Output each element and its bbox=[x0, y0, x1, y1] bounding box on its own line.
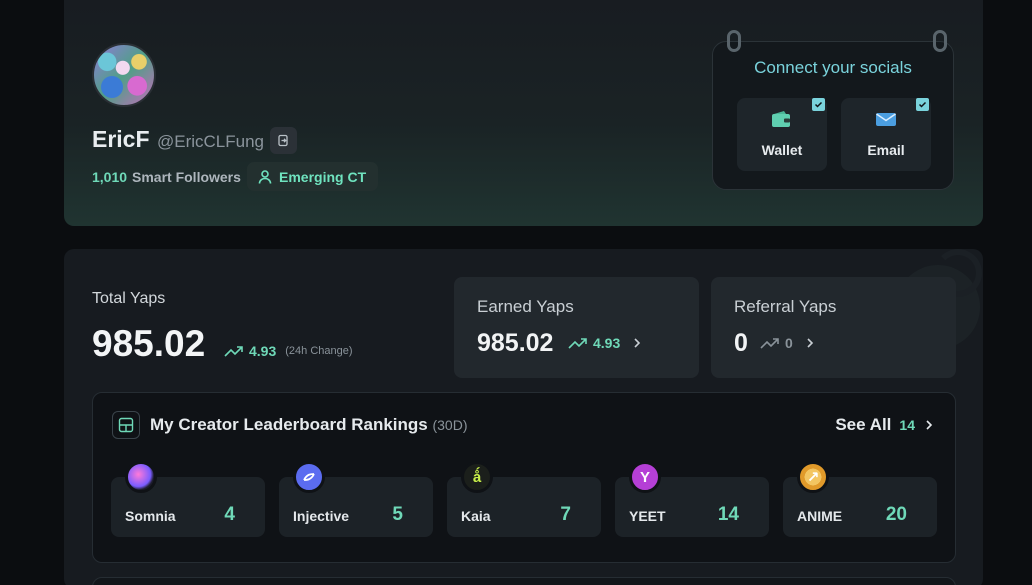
project-name: Injective bbox=[293, 508, 350, 524]
earned-yaps-change: 4.93 bbox=[593, 335, 621, 351]
change-period-note: (24h Change) bbox=[285, 345, 353, 357]
check-icon bbox=[916, 98, 929, 111]
see-all-label: See All bbox=[835, 415, 892, 434]
profile-display-name: EricF bbox=[92, 126, 150, 152]
sign-out-icon bbox=[278, 134, 288, 147]
referral-yaps-card[interactable]: Referral Yaps 0 0 bbox=[711, 277, 956, 378]
leaderboard-rankings-panel: My Creator Leaderboard Rankings (30D) Se… bbox=[92, 392, 956, 563]
see-all-button[interactable]: See All 14 bbox=[835, 415, 935, 435]
project-name: Kaia bbox=[461, 508, 491, 524]
layout-icon bbox=[112, 411, 140, 439]
leaderboard-title: My Creator Leaderboard Rankings (30D) bbox=[150, 415, 468, 435]
trend-up-icon bbox=[568, 338, 587, 349]
profile-action-button[interactable] bbox=[270, 127, 297, 154]
smart-followers-label: Smart Followers bbox=[132, 169, 241, 185]
yeet-logo-icon: Y bbox=[629, 461, 661, 493]
project-rank: 20 bbox=[885, 504, 907, 525]
project-name: ANIME bbox=[797, 508, 843, 524]
connect-socials-title: Connect your socials bbox=[754, 58, 912, 77]
project-name: YEET bbox=[629, 508, 666, 524]
total-yaps-change: 4.93 bbox=[249, 343, 277, 359]
injective-logo-icon bbox=[293, 461, 325, 493]
social-wallet-label: Wallet bbox=[761, 142, 803, 158]
referral-yaps-value: 0 bbox=[734, 329, 748, 357]
social-email-tile[interactable]: Email bbox=[841, 98, 931, 171]
next-section-panel bbox=[92, 577, 956, 585]
yaps-stats-card: Total Yaps 985.02 4.93 (24h Change) Earn… bbox=[64, 249, 983, 585]
binder-ring bbox=[727, 30, 741, 52]
somnia-logo-icon bbox=[125, 461, 157, 493]
earned-yaps-card[interactable]: Earned Yaps 985.02 4.93 bbox=[454, 277, 699, 378]
user-icon bbox=[258, 169, 272, 184]
referral-yaps-trend: 0 bbox=[760, 335, 816, 351]
social-wallet-tile[interactable]: Wallet bbox=[737, 98, 827, 171]
leaderboard-period: (30D) bbox=[432, 417, 468, 433]
project-rank: 14 bbox=[717, 504, 739, 525]
chevron-right-icon bbox=[807, 338, 813, 348]
tier-badge: Emerging CT bbox=[247, 162, 379, 191]
tier-badge-label: Emerging CT bbox=[279, 168, 367, 185]
binder-ring bbox=[933, 30, 947, 52]
referral-yaps-label: Referral Yaps bbox=[734, 297, 837, 316]
project-rank: 5 bbox=[392, 504, 403, 525]
earned-yaps-trend: 4.93 bbox=[568, 335, 643, 351]
kaia-logo-icon: ǻ bbox=[461, 461, 493, 493]
earned-yaps-label: Earned Yaps bbox=[477, 297, 574, 316]
total-yaps-value: 985.02 bbox=[92, 323, 206, 364]
smart-followers-count: 1,010 bbox=[92, 169, 128, 185]
referral-yaps-change: 0 bbox=[785, 335, 793, 351]
social-email-label: Email bbox=[867, 142, 905, 158]
project-rank: 4 bbox=[224, 504, 235, 525]
total-yaps-label: Total Yaps bbox=[92, 290, 166, 307]
profile-handle[interactable]: @EricCLFung bbox=[157, 132, 264, 152]
avatar[interactable] bbox=[92, 43, 156, 107]
project-rank: 7 bbox=[560, 504, 571, 525]
chevron-right-icon bbox=[634, 338, 641, 348]
envelope-icon bbox=[876, 113, 896, 126]
see-all-count: 14 bbox=[899, 417, 915, 433]
leaderboard-title-text: My Creator Leaderboard Rankings bbox=[150, 415, 428, 434]
trend-up-icon bbox=[224, 346, 243, 357]
chevron-right-icon bbox=[926, 420, 933, 430]
earned-yaps-value: 985.02 bbox=[477, 329, 554, 357]
total-yaps-trend: 4.93 (24h Change) bbox=[224, 343, 353, 359]
wallet-icon bbox=[772, 111, 790, 127]
connect-socials-card: Connect your socials Wallet Email bbox=[712, 30, 954, 190]
anime-logo-icon: ↗ bbox=[797, 461, 829, 493]
check-icon bbox=[812, 98, 825, 111]
trend-up-icon bbox=[760, 338, 779, 349]
profile-card: EricF @EricCLFung 1,010 Smart Followers … bbox=[64, 0, 983, 226]
project-name: Somnia bbox=[125, 508, 176, 524]
